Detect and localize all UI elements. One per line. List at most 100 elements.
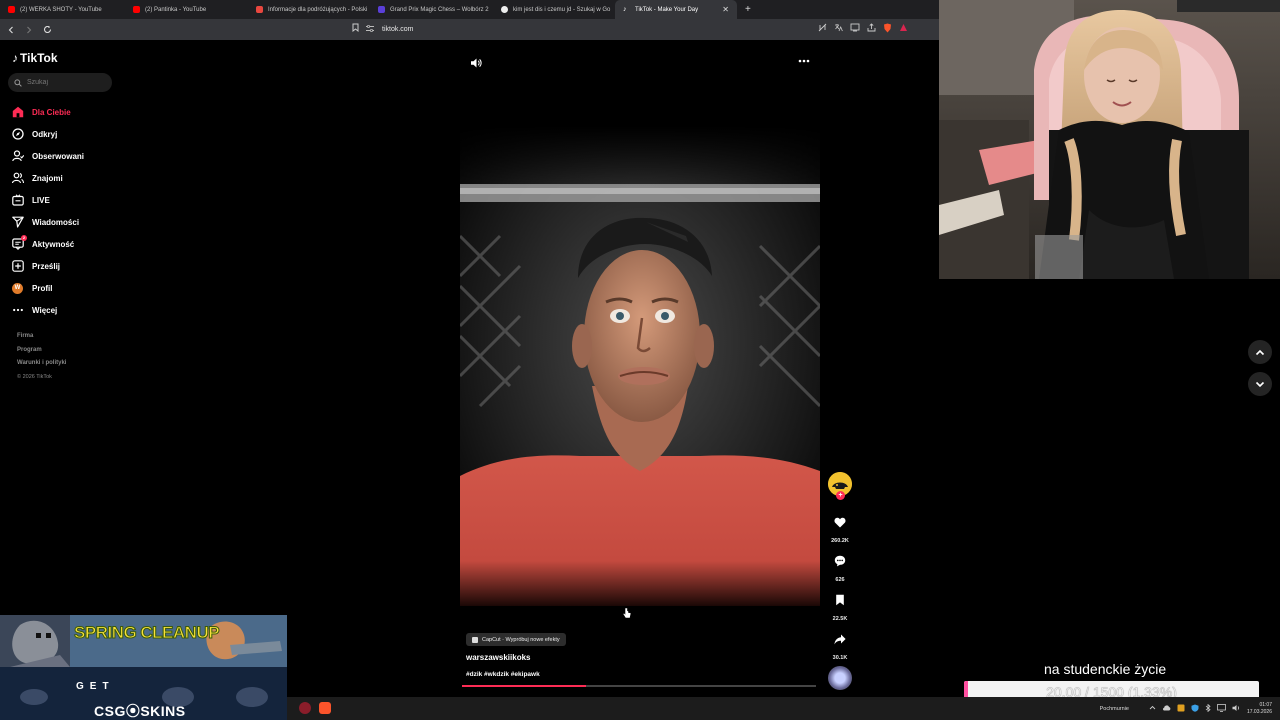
video-progress-fill <box>462 685 586 687</box>
next-video-button[interactable] <box>1248 372 1272 396</box>
close-tab-icon[interactable]: ✕ <box>716 5 729 14</box>
tiktok-icon: ♪ <box>623 6 627 13</box>
bookmark-icon <box>828 588 852 612</box>
promo-brand: CSG⦿SKINS <box>94 703 186 719</box>
footer-link-terms[interactable]: Warunki i polityki <box>17 360 66 374</box>
extension-icons <box>818 23 908 35</box>
tab-title: (2) Pantinka - YouTube <box>145 6 207 13</box>
music-disc-icon[interactable] <box>828 666 852 690</box>
compass-icon <box>11 128 24 141</box>
cast-icon[interactable] <box>850 23 860 35</box>
browser-tab-active[interactable]: ♪ TikTok - Make Your Day ✕ <box>615 0 737 19</box>
video-progress-bar[interactable] <box>462 685 816 687</box>
browser-tab[interactable]: (2) WERKA SHOTY - YouTube <box>0 0 125 19</box>
send-icon <box>11 216 24 229</box>
video-author[interactable]: warszawskiikoks <box>466 653 530 662</box>
video-hashtags[interactable]: #dzik #wkdzik #ekipawk <box>466 671 540 678</box>
pl-site-icon <box>256 6 263 13</box>
network-icon[interactable] <box>1217 703 1226 714</box>
volume-tray-icon[interactable] <box>1232 704 1241 714</box>
capcut-effect-chip[interactable]: CapCut · Wypróbuj nowe efekty <box>466 633 566 646</box>
bookmark-icon[interactable] <box>352 23 359 34</box>
share-icon[interactable] <box>867 23 876 35</box>
new-tab-button[interactable]: + <box>737 4 751 15</box>
streamer-webcam <box>939 0 1280 279</box>
sidebar-item-friends[interactable]: Znajomi <box>11 167 84 189</box>
clock-time: 01:07 <box>1259 701 1272 708</box>
tiktok-note-icon: ♪ <box>12 51 18 65</box>
brave-rewards-icon[interactable] <box>899 23 908 35</box>
heart-icon <box>828 510 852 534</box>
promo-headline: SPRING CLEANUP <box>73 623 220 643</box>
profile-avatar: W <box>11 282 24 295</box>
clock-date: 17.03.2026 <box>1246 708 1272 715</box>
tab-title: TikTok - Make Your Day <box>635 6 699 13</box>
brave-shield-icon[interactable] <box>883 23 892 35</box>
sidebar-item-label: LIVE <box>32 195 50 205</box>
sidebar-item-for-you[interactable]: Dla Ciebie <box>11 101 84 123</box>
tray-chevron-icon[interactable] <box>1149 705 1156 712</box>
opera-icon[interactable] <box>299 702 311 714</box>
tiktok-sidebar: ♪ TikTok Dla Ciebie Odkryj Obserwowani <box>0 40 120 615</box>
browser-tab[interactable]: kim jest dis i czemu jd - Szukaj w Go <box>493 0 615 19</box>
tiktok-logo[interactable]: ♪ TikTok <box>12 51 58 65</box>
video-frame <box>460 126 820 606</box>
screen: { "browser": { "tabs": [ {"title": "(2) … <box>0 0 1280 720</box>
save-button[interactable]: 22.5K <box>828 588 852 622</box>
app-tray-icon[interactable] <box>1177 704 1185 714</box>
sidebar-item-upload[interactable]: Prześlij <box>11 255 84 277</box>
footer-link-program[interactable]: Program <box>17 347 66 361</box>
back-icon[interactable] <box>4 23 18 37</box>
browser-tab[interactable]: Informacje dla podróżujących - Polski <box>248 0 370 19</box>
bluetooth-icon[interactable] <box>1205 703 1211 714</box>
clock[interactable]: 01:07 17.03.2026 <box>1247 702 1272 716</box>
more-icon <box>11 304 24 317</box>
logo-text: TikTok <box>20 51 58 65</box>
tab-title: Informacje dla podróżujących - Polski <box>268 6 368 13</box>
forward-icon[interactable] <box>22 23 36 37</box>
goal-title: na studenckie życie <box>1044 661 1167 677</box>
shield-tray-icon[interactable] <box>1191 704 1199 714</box>
browser-tab[interactable]: Grand Prix Magic Chess – Wolbórz 2 <box>370 0 493 19</box>
mouse-cursor-icon <box>622 607 632 622</box>
sidebar-item-label: Dla Ciebie <box>32 107 71 117</box>
brave-browser-icon[interactable] <box>319 702 331 714</box>
share-button[interactable]: 30.1K <box>828 627 852 661</box>
comment-button[interactable]: 626 <box>828 549 852 583</box>
sidebar-item-label: Profil <box>32 283 53 293</box>
search-box[interactable] <box>8 73 112 92</box>
sidebar-item-label: Obserwowani <box>32 151 85 161</box>
sidebar-item-label: Więcej <box>32 305 58 315</box>
follow-plus-icon[interactable]: + <box>836 491 845 500</box>
reload-icon[interactable] <box>40 23 54 37</box>
browser-tab-strip: (2) WERKA SHOTY - YouTube (2) Pantinka -… <box>0 0 940 19</box>
chevron-up-icon <box>1255 349 1265 355</box>
sidebar-item-explore[interactable]: Odkryj <box>11 123 84 145</box>
sidebar-item-label: Znajomi <box>32 173 63 183</box>
sidebar-item-live[interactable]: LIVE <box>11 189 84 211</box>
footer-link-company[interactable]: Firma <box>17 333 66 347</box>
video-player[interactable] <box>460 126 820 606</box>
sidebar-item-profile[interactable]: W Profil <box>11 277 84 299</box>
sponsor-banner: SPRING CLEANUP GET CSG⦿SKINS <box>0 615 287 720</box>
friends-icon <box>11 172 24 185</box>
browser-tab[interactable]: (2) Pantinka - YouTube <box>125 0 248 19</box>
live-icon <box>11 194 24 207</box>
site-settings-icon[interactable] <box>366 24 374 34</box>
cloud-sync-icon[interactable] <box>1162 704 1171 713</box>
no-translate-icon[interactable] <box>818 23 827 35</box>
translate-icon[interactable] <box>834 23 843 35</box>
like-button[interactable]: 260.2K <box>828 510 852 544</box>
more-options-icon[interactable] <box>796 56 812 70</box>
sidebar-item-label: Prześlij <box>32 261 61 271</box>
previous-video-button[interactable] <box>1248 340 1272 364</box>
sidebar-item-following[interactable]: Obserwowani <box>11 145 84 167</box>
home-icon <box>11 106 24 119</box>
browser-toolbar: tiktok.com <box>0 19 940 40</box>
search-input[interactable] <box>27 79 102 86</box>
volume-icon[interactable] <box>470 56 484 70</box>
avatar: W <box>12 282 23 294</box>
sidebar-item-activity[interactable]: 2 Aktywność <box>11 233 84 255</box>
sidebar-item-messages[interactable]: Wiadomości <box>11 211 84 233</box>
sidebar-item-more[interactable]: Więcej <box>11 299 84 321</box>
